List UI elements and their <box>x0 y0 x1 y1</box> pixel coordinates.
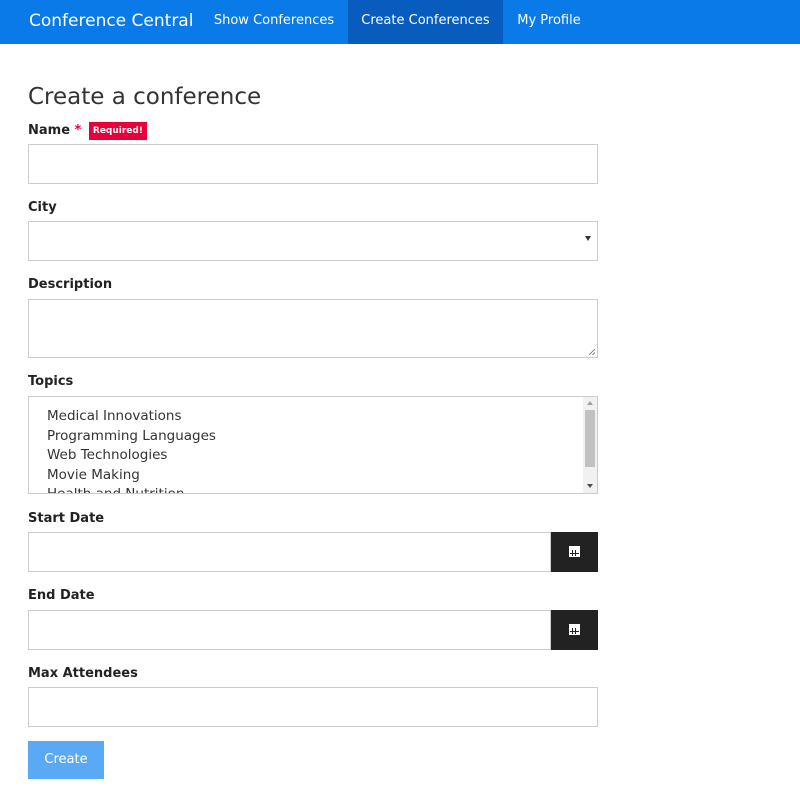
topics-listbox[interactable]: Medical Innovations Programming Language… <box>28 396 598 494</box>
topic-option[interactable]: Programming Languages <box>47 427 216 447</box>
city-label: City <box>28 200 57 215</box>
brand-link[interactable]: Conference Central <box>29 0 193 44</box>
top-navbar: Conference Central Show Conferences Crea… <box>0 0 800 44</box>
start-date-calendar-button[interactable] <box>551 532 598 572</box>
end-date-calendar-button[interactable] <box>551 610 598 650</box>
chevron-down-icon <box>585 236 591 241</box>
topic-option[interactable]: Health and Nutrition <box>47 485 216 493</box>
resize-handle-icon[interactable] <box>589 349 595 355</box>
scroll-thumb[interactable] <box>585 410 595 467</box>
calendar-icon <box>569 624 580 635</box>
topics-scrollbar[interactable] <box>583 397 597 493</box>
topic-option[interactable]: Movie Making <box>47 466 216 486</box>
name-label-row: Name * Required! <box>28 122 147 140</box>
end-date-label: End Date <box>28 588 95 603</box>
topics-list: Medical Innovations Programming Language… <box>47 407 216 493</box>
description-textarea[interactable] <box>29 300 597 357</box>
nav-show-conferences[interactable]: Show Conferences <box>202 0 346 44</box>
name-field-wrapper <box>28 144 598 184</box>
required-badge: Required! <box>88 122 147 140</box>
nav-my-profile[interactable]: My Profile <box>503 0 595 44</box>
scroll-up-arrow-icon[interactable] <box>587 401 593 405</box>
name-input[interactable] <box>29 145 597 183</box>
calendar-icon <box>569 546 580 557</box>
max-attendees-label: Max Attendees <box>28 666 138 681</box>
nav-create-conferences[interactable]: Create Conferences <box>348 0 503 44</box>
topic-option[interactable]: Medical Innovations <box>47 407 216 427</box>
description-label: Description <box>28 277 113 292</box>
max-attendees-field-wrapper <box>28 687 598 727</box>
topics-label: Topics <box>28 374 74 389</box>
create-button[interactable]: Create <box>28 741 104 779</box>
start-date-field-wrapper <box>28 532 551 572</box>
max-attendees-input[interactable] <box>29 688 597 726</box>
required-star: * <box>74 123 82 138</box>
topic-option[interactable]: Web Technologies <box>47 446 216 466</box>
page-title: Create a conference <box>28 84 262 110</box>
description-field-wrapper <box>28 299 598 358</box>
start-date-label: Start Date <box>28 511 105 526</box>
end-date-field-wrapper <box>28 610 551 650</box>
start-date-input[interactable] <box>29 533 550 571</box>
city-select[interactable] <box>28 221 598 261</box>
name-label: Name <box>28 123 71 138</box>
scroll-down-arrow-icon[interactable] <box>587 484 593 488</box>
end-date-input[interactable] <box>29 611 550 649</box>
